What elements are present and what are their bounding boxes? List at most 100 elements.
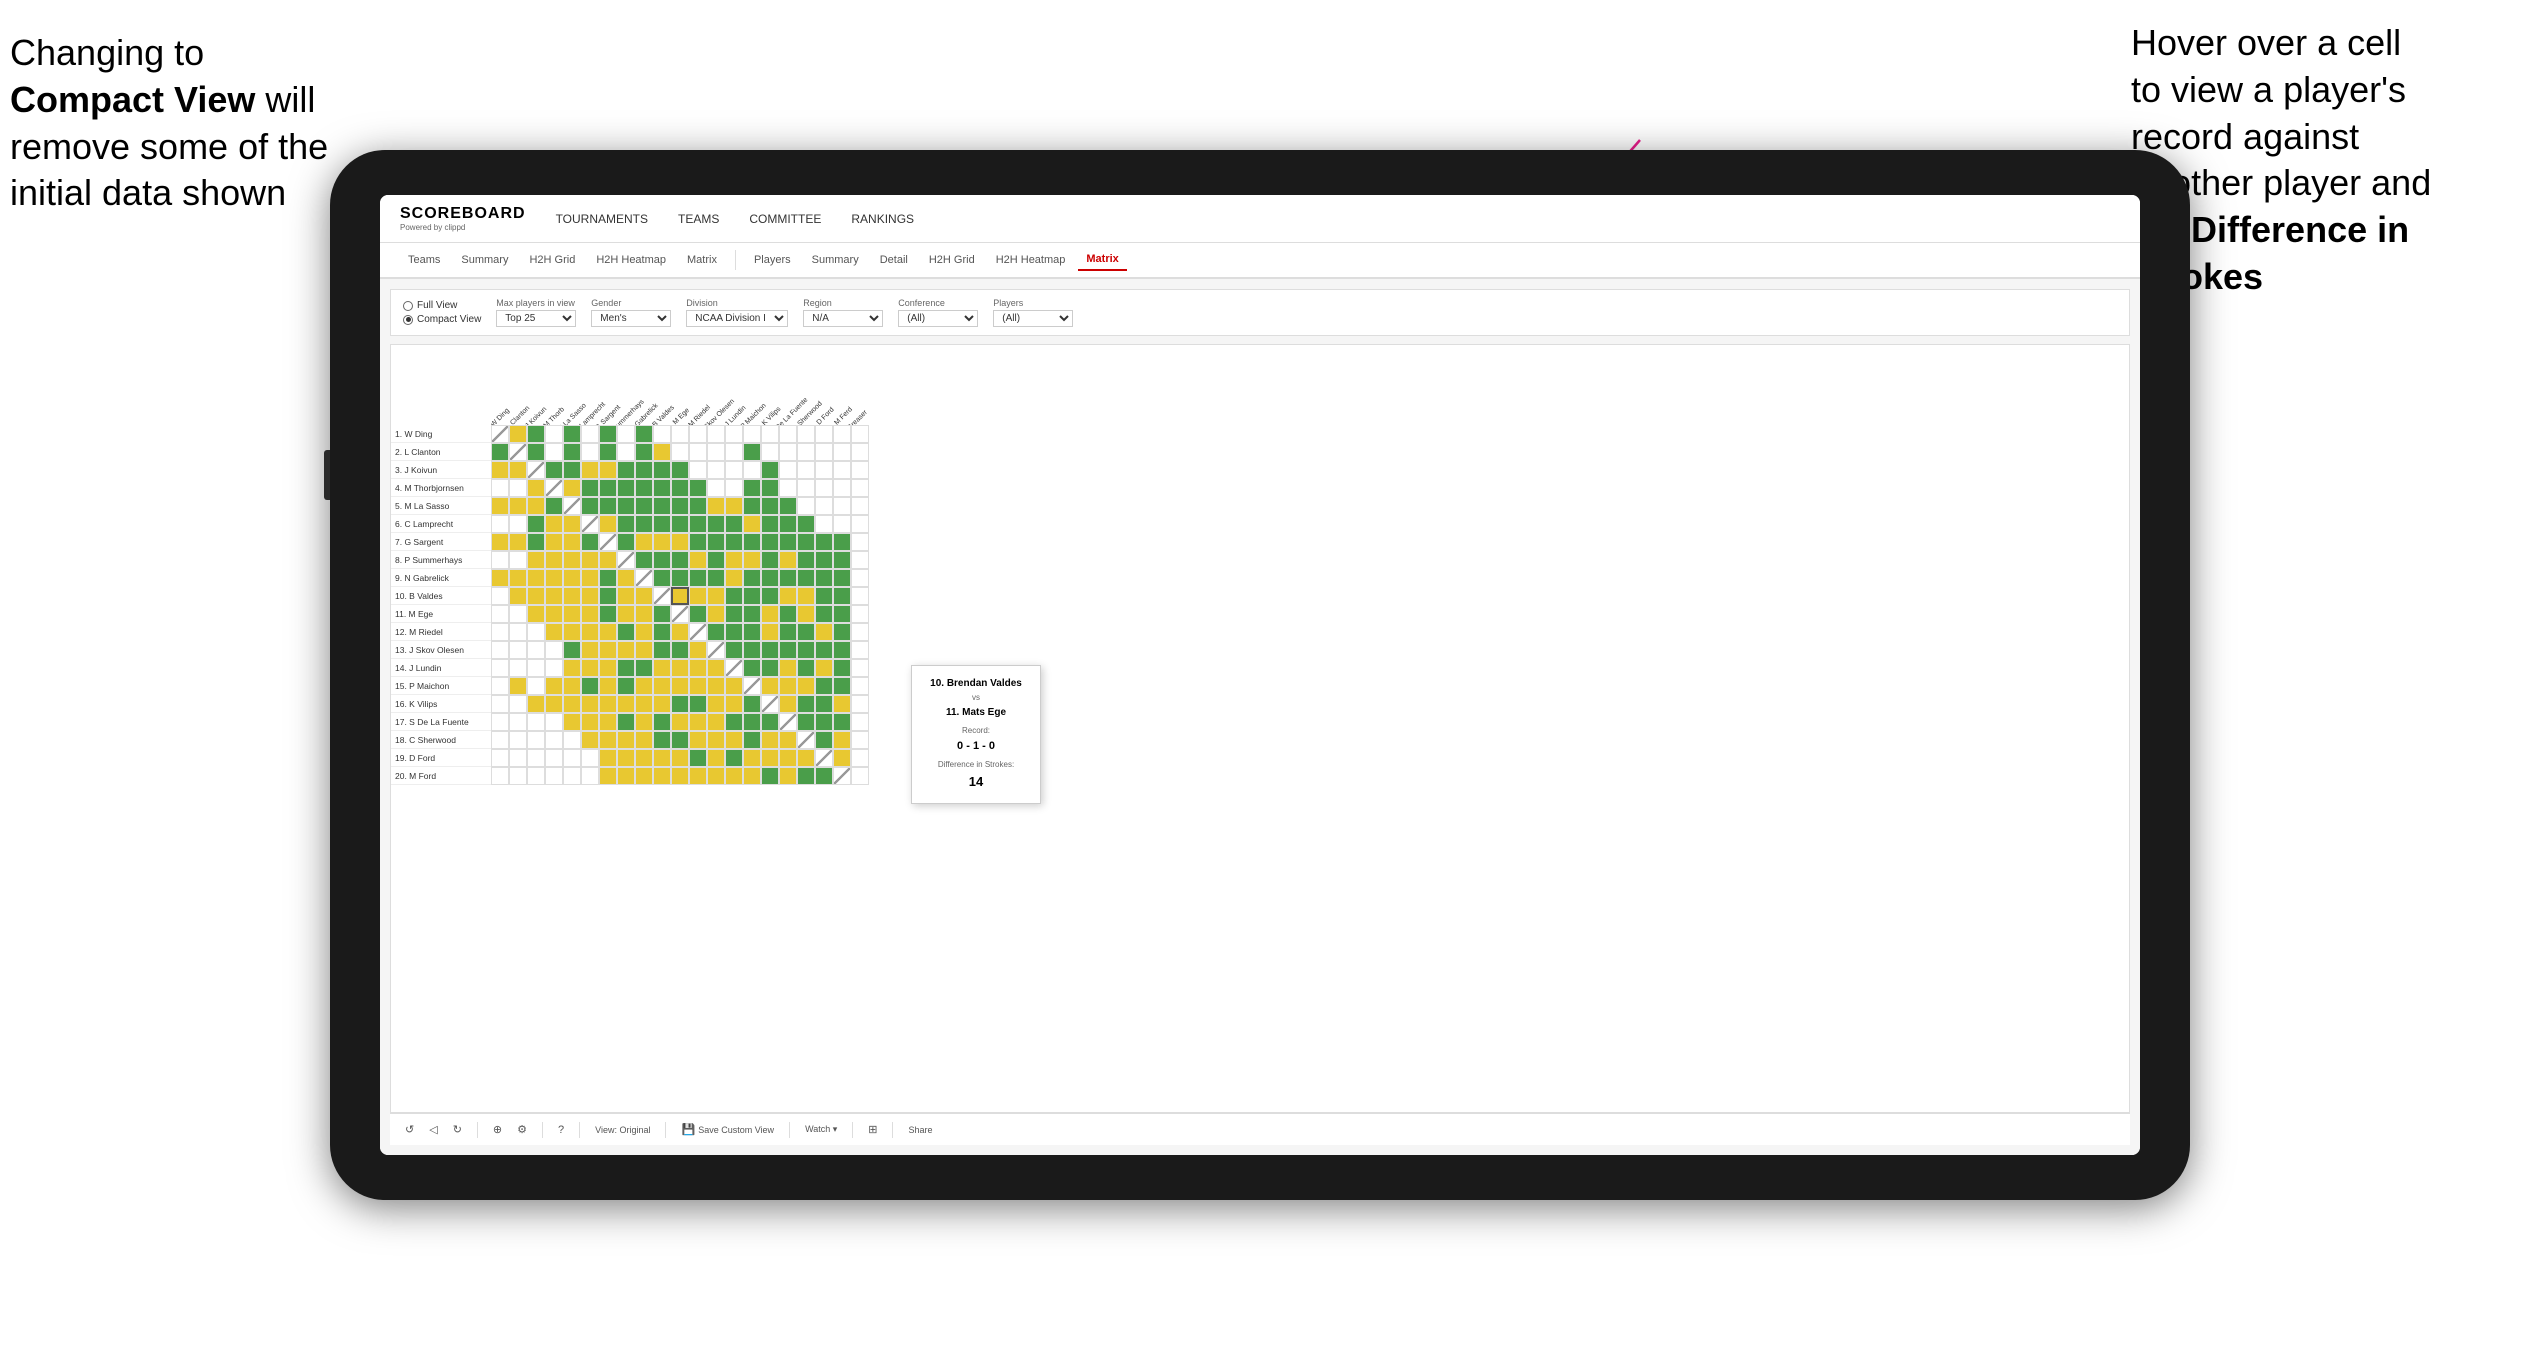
sub-nav-summary2[interactable]: Summary	[804, 250, 867, 270]
cell-20-12[interactable]	[689, 767, 707, 785]
nav-committee[interactable]: COMMITTEE	[749, 208, 821, 230]
cell-9-16[interactable]	[761, 569, 779, 587]
cell-19-13[interactable]	[707, 749, 725, 767]
cell-5-21[interactable]	[851, 497, 869, 515]
cell-18-1[interactable]	[491, 731, 509, 749]
cell-12-9[interactable]	[635, 623, 653, 641]
cell-19-15[interactable]	[743, 749, 761, 767]
cell-20-9[interactable]	[635, 767, 653, 785]
cell-17-10[interactable]	[653, 713, 671, 731]
cell-15-20[interactable]	[833, 677, 851, 695]
cell-16-12[interactable]	[689, 695, 707, 713]
cell-12-16[interactable]	[761, 623, 779, 641]
cell-19-12[interactable]	[689, 749, 707, 767]
cell-2-11[interactable]	[671, 443, 689, 461]
sub-nav-teams[interactable]: Teams	[400, 250, 448, 270]
cell-12-20[interactable]	[833, 623, 851, 641]
cell-8-8[interactable]	[617, 551, 635, 569]
cell-20-21[interactable]	[851, 767, 869, 785]
cell-17-18[interactable]	[797, 713, 815, 731]
cell-4-19[interactable]	[815, 479, 833, 497]
cell-6-19[interactable]	[815, 515, 833, 533]
sub-nav-h2h-heatmap2[interactable]: H2H Heatmap	[988, 250, 1074, 270]
cell-16-2[interactable]	[509, 695, 527, 713]
cell-14-8[interactable]	[617, 659, 635, 677]
cell-16-3[interactable]	[527, 695, 545, 713]
cell-2-20[interactable]	[833, 443, 851, 461]
sub-nav-detail[interactable]: Detail	[872, 250, 916, 270]
cell-20-20[interactable]	[833, 767, 851, 785]
cell-4-18[interactable]	[797, 479, 815, 497]
cell-10-8[interactable]	[617, 587, 635, 605]
cell-16-16[interactable]	[761, 695, 779, 713]
cell-12-3[interactable]	[527, 623, 545, 641]
cell-6-13[interactable]	[707, 515, 725, 533]
cell-11-1[interactable]	[491, 605, 509, 623]
cell-5-12[interactable]	[689, 497, 707, 515]
cell-20-5[interactable]	[563, 767, 581, 785]
redo-button[interactable]: ↻	[453, 1123, 462, 1136]
cell-9-6[interactable]	[581, 569, 599, 587]
cell-7-14[interactable]	[725, 533, 743, 551]
cell-3-6[interactable]	[581, 461, 599, 479]
cell-19-6[interactable]	[581, 749, 599, 767]
cell-16-14[interactable]	[725, 695, 743, 713]
cell-13-16[interactable]	[761, 641, 779, 659]
cell-10-10[interactable]	[653, 587, 671, 605]
cell-9-11[interactable]	[671, 569, 689, 587]
sub-nav-matrix2[interactable]: Matrix	[1078, 249, 1126, 271]
cell-8-4[interactable]	[545, 551, 563, 569]
cell-3-5[interactable]	[563, 461, 581, 479]
cell-6-17[interactable]	[779, 515, 797, 533]
cell-10-13[interactable]	[707, 587, 725, 605]
cell-7-2[interactable]	[509, 533, 527, 551]
cell-2-3[interactable]	[527, 443, 545, 461]
cell-5-20[interactable]	[833, 497, 851, 515]
cell-3-3[interactable]	[527, 461, 545, 479]
cell-13-5[interactable]	[563, 641, 581, 659]
cell-10-14[interactable]	[725, 587, 743, 605]
cell-7-10[interactable]	[653, 533, 671, 551]
cell-10-7[interactable]	[599, 587, 617, 605]
cell-5-9[interactable]	[635, 497, 653, 515]
cell-5-7[interactable]	[599, 497, 617, 515]
cell-15-21[interactable]	[851, 677, 869, 695]
cell-9-20[interactable]	[833, 569, 851, 587]
cell-10-17[interactable]	[779, 587, 797, 605]
cell-17-16[interactable]	[761, 713, 779, 731]
cell-7-16[interactable]	[761, 533, 779, 551]
cell-9-21[interactable]	[851, 569, 869, 587]
cell-15-2[interactable]	[509, 677, 527, 695]
cell-12-5[interactable]	[563, 623, 581, 641]
sub-nav-players[interactable]: Players	[746, 250, 799, 270]
cell-8-17[interactable]	[779, 551, 797, 569]
cell-9-12[interactable]	[689, 569, 707, 587]
cell-16-15[interactable]	[743, 695, 761, 713]
cell-18-16[interactable]	[761, 731, 779, 749]
cell-5-5[interactable]	[563, 497, 581, 515]
cell-18-13[interactable]	[707, 731, 725, 749]
cell-2-14[interactable]	[725, 443, 743, 461]
cell-10-11[interactable]	[671, 587, 689, 605]
cell-11-18[interactable]	[797, 605, 815, 623]
cell-16-20[interactable]	[833, 695, 851, 713]
cell-4-1[interactable]	[491, 479, 509, 497]
cell-5-3[interactable]	[527, 497, 545, 515]
cell-17-15[interactable]	[743, 713, 761, 731]
cell-17-13[interactable]	[707, 713, 725, 731]
cell-15-3[interactable]	[527, 677, 545, 695]
cell-7-15[interactable]	[743, 533, 761, 551]
cell-15-19[interactable]	[815, 677, 833, 695]
cell-10-3[interactable]	[527, 587, 545, 605]
cell-7-7[interactable]	[599, 533, 617, 551]
cell-6-21[interactable]	[851, 515, 869, 533]
cell-3-11[interactable]	[671, 461, 689, 479]
cell-14-12[interactable]	[689, 659, 707, 677]
cell-20-13[interactable]	[707, 767, 725, 785]
cell-11-10[interactable]	[653, 605, 671, 623]
cell-9-18[interactable]	[797, 569, 815, 587]
cell-20-18[interactable]	[797, 767, 815, 785]
cell-13-9[interactable]	[635, 641, 653, 659]
cell-3-13[interactable]	[707, 461, 725, 479]
cell-6-16[interactable]	[761, 515, 779, 533]
